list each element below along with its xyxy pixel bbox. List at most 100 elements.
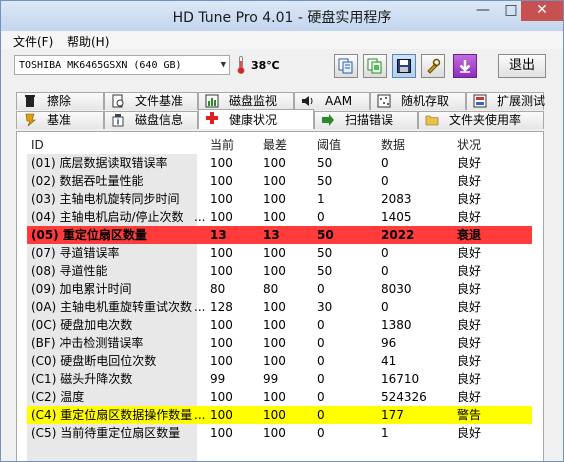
cell-worst: 100 xyxy=(263,354,286,368)
table-row[interactable]: (C1) 磁头升降次数 99 99 0 16710 良好 xyxy=(27,370,532,388)
settings-icon xyxy=(427,58,441,74)
col-header-worst[interactable]: 最差 xyxy=(263,136,311,154)
tab-random-access[interactable]: 随机存取 xyxy=(370,92,466,110)
cell-current: 100 xyxy=(210,408,233,422)
tab-health[interactable]: 健康状况 xyxy=(198,109,314,129)
table-row[interactable]: (03) 主轴电机旋转同步时间 100 100 1 2083 良好 xyxy=(27,190,532,208)
cell-status: 良好 xyxy=(457,390,482,404)
cell-id: (0C) 硬盘加电次数 xyxy=(31,318,133,332)
col-header-threshold[interactable]: 阈值 xyxy=(317,136,377,154)
table-row[interactable]: (02) 数据吞吐量性能 100 100 50 0 良好 xyxy=(27,172,532,190)
drive-select-value: TOSHIBA MK6465GSXN (640 GB) xyxy=(19,60,182,71)
cell-id: (07) 寻道错误率 xyxy=(31,246,120,260)
tab-file-benchmark[interactable]: 文件基准 xyxy=(104,92,198,110)
save-button[interactable] xyxy=(392,54,416,78)
cell-current: 100 xyxy=(210,390,233,404)
table-row[interactable]: (04) 主轴电机启动/停止次数 100 100 0 1405 良好... xyxy=(27,208,532,226)
tab-disk-info[interactable]: i 磁盘信息 xyxy=(104,111,198,129)
col-header-current[interactable]: 当前 xyxy=(210,136,258,154)
tab-benchmark[interactable]: 基准 xyxy=(16,111,104,129)
cell-status: 良好 xyxy=(457,426,482,440)
cell-worst: 100 xyxy=(263,408,286,422)
table-row[interactable]: (09) 加电累计时间 80 80 0 8030 良好 xyxy=(27,280,532,298)
cell-id: (C1) 磁头升降次数 xyxy=(31,372,133,386)
cell-id: (01) 底层数据读取错误率 xyxy=(31,156,168,170)
cell-data: 177 xyxy=(381,408,404,422)
copy-screen-button[interactable] xyxy=(363,54,387,78)
cell-status: 良好 xyxy=(457,354,482,368)
cell-data: 0 xyxy=(381,246,389,260)
col-header-id[interactable]: ID xyxy=(31,136,203,154)
col-header-data[interactable]: 数据 xyxy=(381,136,451,154)
tab-aam[interactable]: AAM xyxy=(294,92,370,110)
menu-file[interactable]: 文件(F) xyxy=(13,33,53,50)
table-row[interactable]: (0C) 硬盘加电次数 100 100 0 1380 良好 xyxy=(27,316,532,334)
cell-worst: 100 xyxy=(263,264,286,278)
table-row[interactable]: (01) 底层数据读取错误率 100 100 50 0 良好 xyxy=(27,154,532,172)
temperature-readout: 38℃ xyxy=(251,59,280,72)
download-button[interactable] xyxy=(453,54,477,78)
thermometer-icon xyxy=(237,56,245,74)
cell-data: 16710 xyxy=(381,372,420,386)
svg-text:i: i xyxy=(117,118,120,127)
cell-threshold: 0 xyxy=(317,390,325,404)
cell-worst: 100 xyxy=(263,156,286,170)
disk-monitor-icon xyxy=(205,94,219,108)
cell-worst: 100 xyxy=(263,174,286,188)
cell-data: 96 xyxy=(381,336,397,350)
cell-data: 8030 xyxy=(381,282,412,296)
copy-info-button[interactable] xyxy=(334,54,358,78)
cell-worst: 13 xyxy=(263,228,280,242)
cell-data: 1380 xyxy=(381,318,412,332)
table-row[interactable]: (C4) 重定位扇区数据操作数量 100 100 0 177 警告... xyxy=(27,406,532,424)
cell-current: 99 xyxy=(210,372,226,386)
table-row[interactable]: (0A) 主轴电机重旋转重试次数 128 100 30 0 良好... xyxy=(27,298,532,316)
tab-extra-tests[interactable]: 扩展测试 xyxy=(466,92,545,110)
health-panel: ID 当前 最差 阈值 数据 状况 (01) 底层数据读取错误率 100 100 50… xyxy=(16,131,544,461)
close-button[interactable]: ✕ xyxy=(521,1,563,21)
smart-attribute-list[interactable]: ID 当前 最差 阈值 数据 状况 (01) 底层数据读取错误率 100 100 50… xyxy=(27,136,532,442)
tab-error-scan[interactable]: 扫描错误 xyxy=(314,111,418,129)
table-row[interactable]: (08) 寻道性能 100 100 50 0 良好 xyxy=(27,262,532,280)
truncation-ellipsis: ... xyxy=(194,210,206,224)
cell-data: 2083 xyxy=(381,192,412,206)
cell-worst: 100 xyxy=(263,390,286,404)
drive-select[interactable]: TOSHIBA MK6465GSXN (640 GB) ▼ xyxy=(14,55,230,75)
cell-current: 128 xyxy=(210,300,233,314)
table-row[interactable]: (BF) 冲击检测错误率 100 100 0 96 良好 xyxy=(27,334,532,352)
cell-status: 良好 xyxy=(457,318,482,332)
cell-status: 良好 xyxy=(457,282,482,296)
exit-button[interactable]: 退出 xyxy=(498,54,546,78)
random-access-icon xyxy=(377,94,391,108)
menu-help[interactable]: 帮助(H) xyxy=(67,33,109,50)
tab-folder-usage[interactable]: 文件夹使用率 xyxy=(418,111,544,129)
cell-worst: 80 xyxy=(263,282,279,296)
cell-threshold: 30 xyxy=(317,300,333,314)
extra-tests-icon xyxy=(473,94,487,108)
cell-threshold: 0 xyxy=(317,282,325,296)
cell-threshold: 0 xyxy=(317,318,325,332)
tab-erase[interactable]: 擦除 xyxy=(16,92,104,110)
cell-status: 良好 xyxy=(457,210,482,224)
table-row[interactable]: (05) 重定位扇区数量 13 13 50 2022 衰退 xyxy=(27,226,532,244)
settings-button[interactable] xyxy=(421,54,445,78)
info-icon: i xyxy=(112,114,124,127)
col-header-status[interactable]: 状况 xyxy=(457,136,517,154)
cell-threshold: 0 xyxy=(317,336,325,350)
cell-status: 警告 xyxy=(457,408,482,422)
cell-worst: 100 xyxy=(263,426,286,440)
copy-screen-icon xyxy=(367,58,382,74)
cell-data: 0 xyxy=(381,264,389,278)
cell-id: (C2) 温度 xyxy=(31,390,85,404)
download-icon xyxy=(459,60,471,73)
cell-status: 良好 xyxy=(457,246,482,260)
table-row[interactable]: (07) 寻道错误率 100 100 50 0 良好 xyxy=(27,244,532,262)
tab-disk-monitor[interactable]: 磁盘监视 xyxy=(198,92,294,110)
table-row[interactable]: (C5) 当前待重定位扇区数量 100 100 0 1 良好 xyxy=(27,424,532,442)
table-row[interactable]: (C0) 硬盘断电回位次数 100 100 0 41 良好 xyxy=(27,352,532,370)
cell-id: (03) 主轴电机旋转同步时间 xyxy=(31,192,180,206)
minimize-button[interactable]: — xyxy=(469,1,497,21)
cell-current: 13 xyxy=(210,228,227,242)
cell-id: (C0) 硬盘断电回位次数 xyxy=(31,354,157,368)
table-row[interactable]: (C2) 温度 100 100 0 524326 良好 xyxy=(27,388,532,406)
